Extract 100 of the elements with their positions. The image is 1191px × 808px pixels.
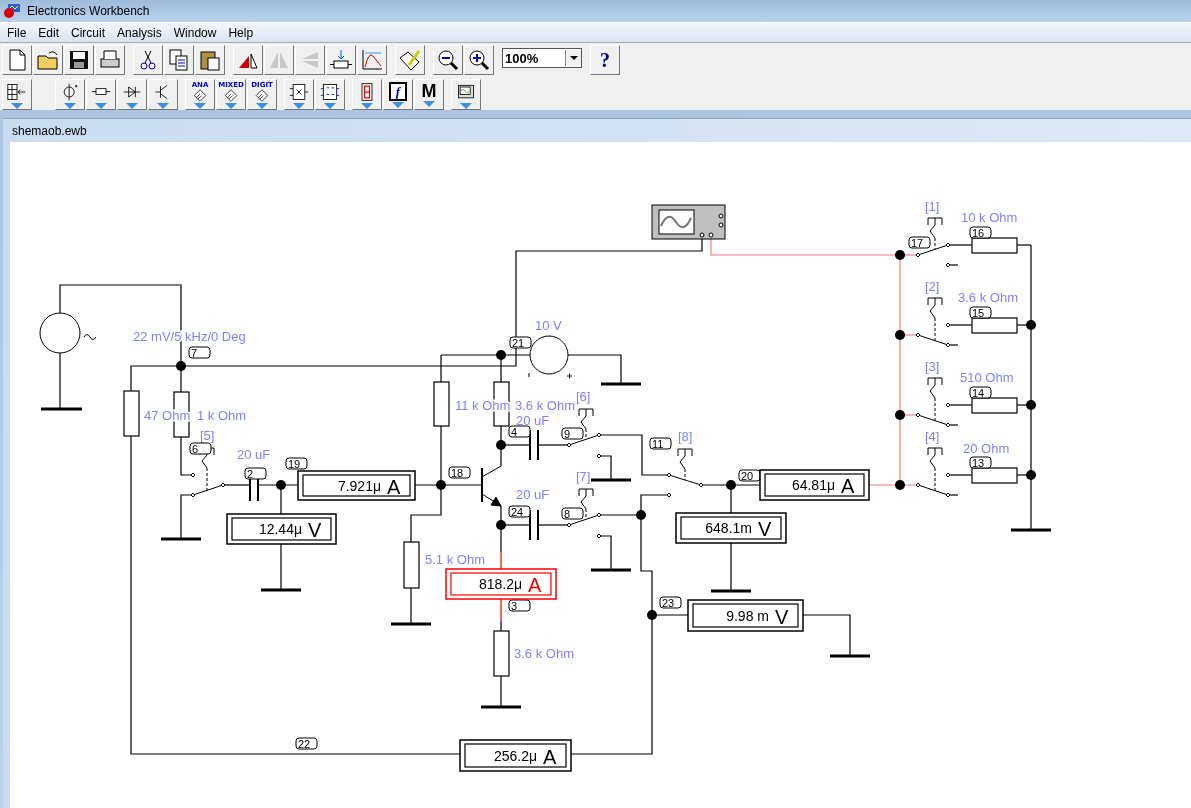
junction-dot xyxy=(895,480,905,490)
logic-gates-button[interactable] xyxy=(284,79,314,110)
caret-icon xyxy=(126,103,138,109)
description-button[interactable] xyxy=(395,45,425,75)
component-value-label: 510 Ohm xyxy=(960,370,1014,385)
resistor-symbol xyxy=(971,467,1018,484)
switch-key-label: [1] xyxy=(925,199,940,214)
basic-button[interactable] xyxy=(86,79,116,110)
junction-dot xyxy=(636,510,646,520)
node-number-tag: 9 xyxy=(561,427,584,440)
caret-icon xyxy=(293,103,305,109)
transistor-symbol xyxy=(481,465,502,507)
chip-icon xyxy=(320,82,340,102)
menu-item[interactable]: Help xyxy=(222,25,260,40)
parts-bin-button[interactable] xyxy=(2,79,32,110)
menu-item[interactable]: Analysis xyxy=(111,25,168,40)
graph-icon xyxy=(360,48,384,72)
zoom-dropdown[interactable]: 100% xyxy=(502,48,582,68)
menu-item[interactable]: Window xyxy=(167,25,223,40)
print-button[interactable] xyxy=(95,45,125,75)
sources-button[interactable] xyxy=(55,79,85,110)
resistor-symbol xyxy=(123,390,140,437)
node-number-tag: 19 xyxy=(285,457,308,470)
wire xyxy=(500,675,502,708)
clipboard-icon xyxy=(198,48,222,72)
switch-key-label: [2] xyxy=(925,279,940,294)
switch-key-label: [6] xyxy=(576,389,591,404)
caret-icon xyxy=(392,102,404,108)
component-value-label: 1 k Ohm xyxy=(197,408,247,423)
resistor-symbol xyxy=(403,541,420,589)
junction-dot xyxy=(276,480,286,490)
junction-dot xyxy=(176,361,186,371)
node-number-tag: 11 xyxy=(649,437,672,450)
wire xyxy=(947,344,959,346)
cut-button[interactable] xyxy=(133,45,163,75)
zoom-in-button[interactable] xyxy=(464,45,494,75)
node-number-tag: 4 xyxy=(508,425,531,438)
zoom-out-icon xyxy=(436,48,460,72)
component-value-label: 20 uF xyxy=(516,413,550,428)
chip-icon xyxy=(223,89,239,102)
zoom-in-icon xyxy=(467,48,491,72)
wire xyxy=(947,474,973,476)
open-file-button[interactable] xyxy=(33,45,63,75)
pages-icon xyxy=(167,48,191,72)
oscilloscope-icon xyxy=(651,204,726,240)
junction-dot xyxy=(895,410,905,420)
meter-reading: 9.98 m xyxy=(726,607,769,624)
ground-symbol xyxy=(481,705,521,709)
node-number-tag: 13 xyxy=(969,456,992,469)
ground-symbol xyxy=(391,622,431,626)
dc-source-symbol xyxy=(528,335,573,379)
menu-item[interactable]: Circuit xyxy=(65,25,112,40)
help-button[interactable]: ? xyxy=(590,45,620,75)
caret-icon xyxy=(95,103,107,109)
graph-button[interactable] xyxy=(357,45,387,75)
flip-flops-button[interactable] xyxy=(315,79,345,110)
node-number-tag: 21 xyxy=(509,336,532,349)
node-number-tag: 2 xyxy=(244,467,267,480)
unit-label: V xyxy=(758,518,772,540)
diodes-button[interactable] xyxy=(117,79,147,110)
ground-symbol xyxy=(591,478,631,482)
paste-button[interactable] xyxy=(195,45,225,75)
node-number-tag: 6 xyxy=(189,442,212,455)
resistor-symbol xyxy=(971,397,1018,414)
instruments-button[interactable] xyxy=(451,79,481,110)
resistor-symbol xyxy=(971,317,1018,334)
zoom-out-button[interactable] xyxy=(433,45,463,75)
new-file-button[interactable] xyxy=(2,45,32,75)
miscellaneous-button[interactable]: M xyxy=(414,79,444,110)
wire xyxy=(947,244,973,246)
unit-label: A xyxy=(543,745,557,768)
menu-item[interactable]: File xyxy=(1,25,33,40)
grid-arrow-icon xyxy=(7,82,27,102)
component-properties-button[interactable] xyxy=(326,45,356,75)
node-number-tag: 15 xyxy=(969,306,992,319)
capacitor-symbol xyxy=(529,429,539,461)
junction-dot xyxy=(496,520,506,530)
caret-icon xyxy=(225,103,237,109)
caret-icon xyxy=(64,103,76,109)
transistors-button[interactable] xyxy=(148,79,178,110)
meter-reading: 64.81μ xyxy=(791,477,835,493)
resistor-symbol xyxy=(493,630,510,677)
save-button[interactable] xyxy=(64,45,94,75)
caret-icon xyxy=(157,103,169,109)
caret-icon xyxy=(11,103,23,109)
junction-dot xyxy=(496,440,506,450)
chip-icon xyxy=(254,89,270,102)
rotate-button[interactable] xyxy=(233,45,263,75)
copy-button[interactable] xyxy=(164,45,194,75)
node-number-tag: 3 xyxy=(508,599,531,612)
pencil-icon xyxy=(398,48,422,72)
controls-button[interactable]: f xyxy=(383,79,413,110)
caret-icon xyxy=(324,103,336,109)
component-value-label: 20 Ohm xyxy=(963,441,1010,456)
junction-dot xyxy=(1026,470,1036,480)
switch-key-label: [5] xyxy=(200,428,215,443)
menu-item[interactable]: Edit xyxy=(32,25,66,40)
indicators-button[interactable] xyxy=(352,79,382,110)
ac-source-symbol xyxy=(39,312,97,354)
app-icon xyxy=(3,3,21,19)
